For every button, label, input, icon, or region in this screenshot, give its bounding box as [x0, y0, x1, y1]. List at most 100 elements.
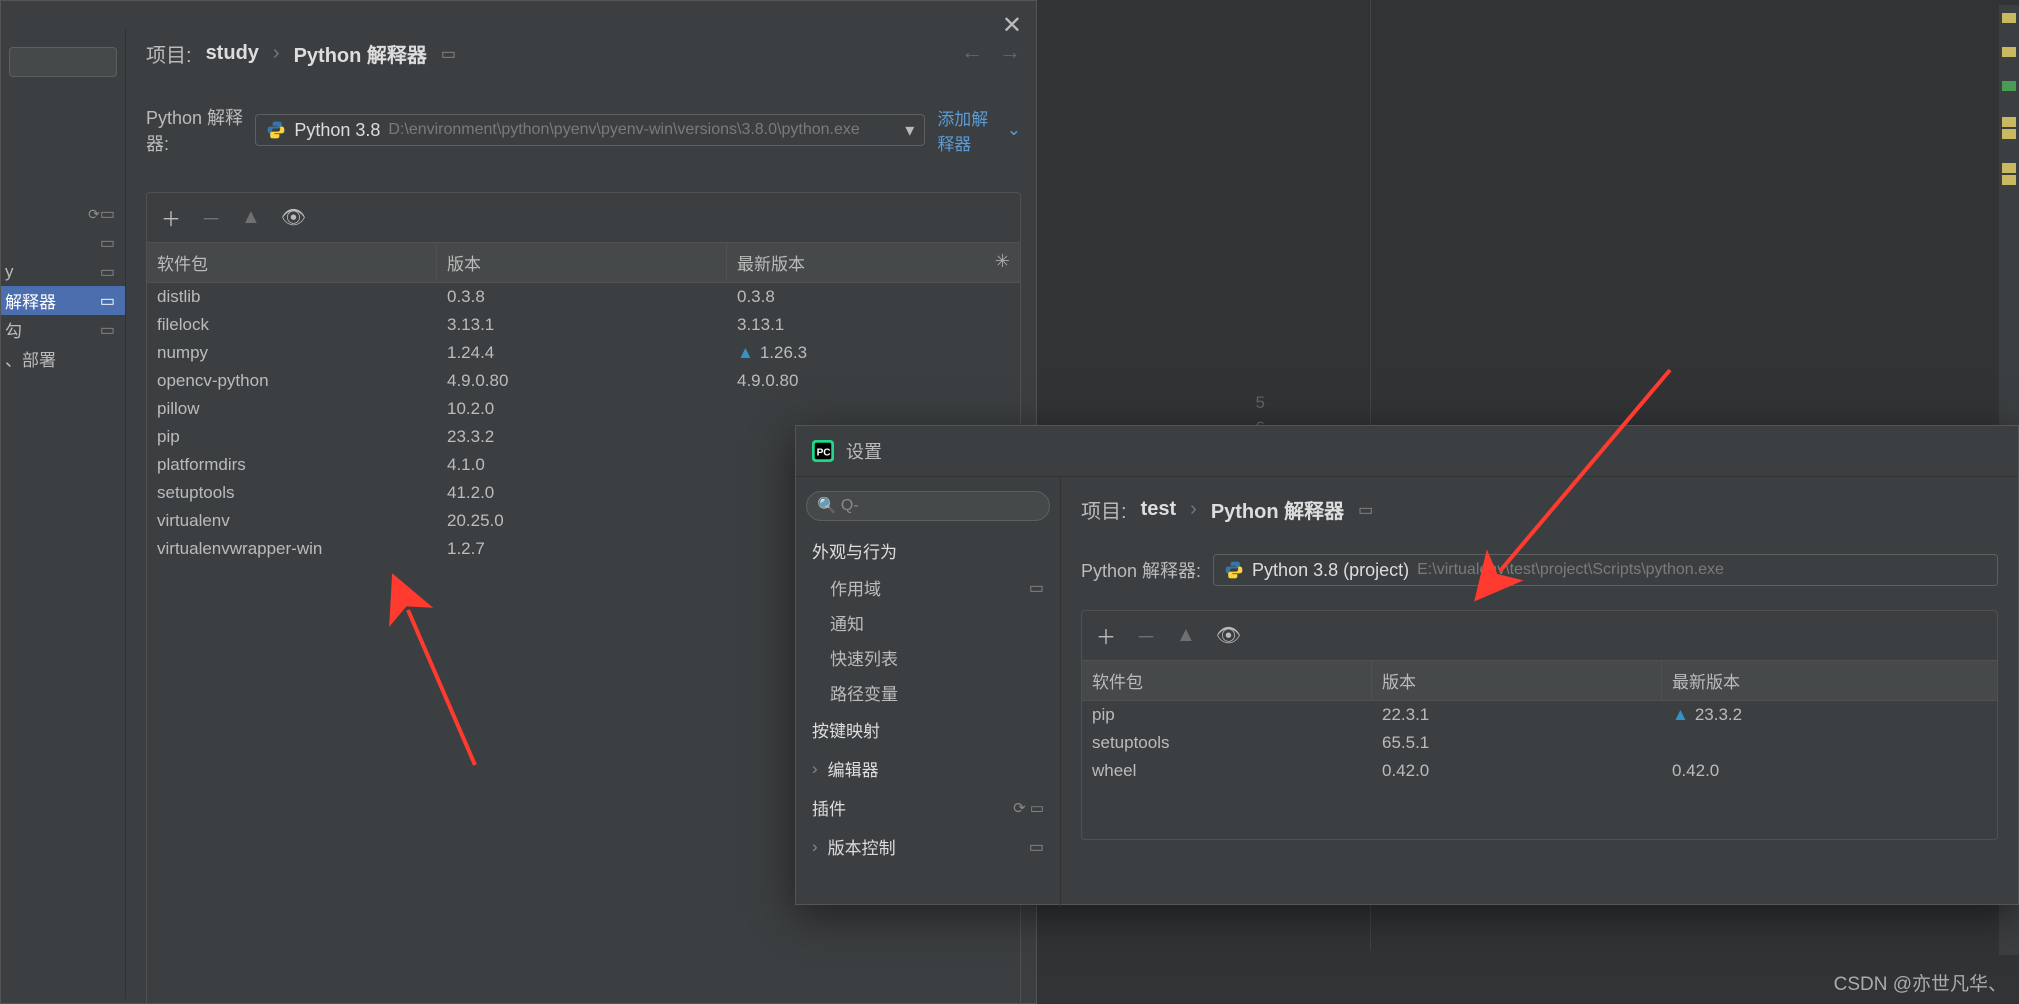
sidebar-item[interactable]: ▭ — [1, 228, 125, 257]
sidebar-search-input[interactable]: 🔍 Q- — [806, 491, 1050, 521]
sidebar-item-notify[interactable]: 通知 — [796, 605, 1060, 640]
remove-package-button[interactable]: － — [1136, 621, 1156, 650]
category-editor[interactable]: ›编辑器 — [796, 749, 1060, 788]
pkg-name: opencv-python — [147, 367, 437, 395]
interpreter-dropdown[interactable]: Python 3.8 (project) E:\virtualenv\test\… — [1213, 554, 1998, 586]
sidebar-item-scope[interactable]: 作用域▭ — [796, 570, 1060, 605]
settings-sidebar: ⟳▭ ▭ y▭ 解释器▭ 勾▭ 、部署 — [1, 29, 126, 999]
pkg-latest: 0.42.0 — [1662, 757, 1997, 785]
upgrade-package-button[interactable]: ▲ — [1176, 624, 1196, 647]
breadcrumb-project-name: test — [1141, 498, 1177, 521]
table-row[interactable]: setuptools65.5.1 — [1082, 729, 1997, 757]
sidebar-item[interactable]: 、部署 — [1, 344, 125, 373]
pkg-name: distlib — [147, 283, 437, 311]
close-icon[interactable]: ✕ — [1002, 11, 1022, 40]
minimap-marker — [2002, 13, 2016, 23]
pkg-latest: 0.3.8 — [727, 283, 1020, 311]
minimap-marker — [2002, 175, 2016, 185]
settings-main-panel: 项目: test › Python 解释器 ▭ Python 解释器: Pyth… — [1061, 477, 2018, 907]
sidebar-item-interpreter[interactable]: 解释器▭ — [1, 286, 125, 315]
sidebar-search-input[interactable] — [9, 47, 117, 77]
interpreter-version: Python 3.8 (project) — [1252, 560, 1409, 581]
upgrade-package-button[interactable]: ▲ — [241, 206, 261, 229]
pkg-name: pip — [1082, 701, 1372, 729]
pkg-version: 22.3.1 — [1372, 701, 1662, 729]
sidebar-item-pathvar[interactable]: 路径变量 — [796, 675, 1060, 710]
table-row[interactable]: numpy1.24.4▲1.26.3 — [147, 339, 1020, 367]
nav-arrows: ← → — [961, 39, 1021, 65]
remove-package-button[interactable]: － — [201, 203, 221, 232]
chevron-right-icon: › — [812, 837, 818, 857]
project-icon: ▭ — [441, 44, 456, 64]
search-icon: 🔍 — [817, 496, 837, 516]
table-row[interactable]: pillow10.2.0 — [147, 395, 1020, 423]
col-header-version[interactable]: 版本 — [437, 243, 727, 282]
pycharm-icon: PC — [812, 440, 834, 462]
dialog-titlebar[interactable]: PC 设置 — [796, 426, 2018, 477]
sidebar-item[interactable]: 勾▭ — [1, 315, 125, 344]
category-plugins[interactable]: 插件⟳ ▭ — [796, 788, 1060, 827]
minimap-marker — [2002, 81, 2016, 91]
package-toolbar: ＋ － ▲ 👁 — [1082, 611, 1997, 661]
table-row[interactable]: distlib0.3.80.3.8 — [147, 283, 1020, 311]
table-row[interactable]: pip22.3.1▲23.3.2 — [1082, 701, 1997, 729]
add-package-button[interactable]: ＋ — [1096, 621, 1116, 650]
python-icon — [1224, 560, 1244, 580]
col-header-latest[interactable]: 最新版本 — [727, 243, 1020, 282]
breadcrumb-project-label: 项目: — [1081, 495, 1127, 524]
sidebar-item[interactable]: ⟳▭ — [1, 199, 125, 228]
pkg-version: 65.5.1 — [1372, 729, 1662, 757]
pkg-name: pillow — [147, 395, 437, 423]
pkg-name: filelock — [147, 311, 437, 339]
pkg-version: 1.24.4 — [437, 339, 727, 367]
sidebar-item[interactable]: y▭ — [1, 257, 125, 286]
col-header-version[interactable]: 版本 — [1372, 661, 1662, 700]
category-vcs[interactable]: ›版本控制▭ — [796, 827, 1060, 866]
svg-text:PC: PC — [817, 448, 831, 459]
breadcrumb-page: Python 解释器 — [294, 39, 427, 68]
settings-sidebar: 🔍 Q- 外观与行为 作用域▭ 通知 快速列表 路径变量 按键映射 ›编辑器 插… — [796, 477, 1061, 907]
pkg-name: virtualenvwrapper-win — [147, 535, 437, 563]
gutter-line: 5 — [1225, 390, 1265, 415]
breadcrumb: 项目: test › Python 解释器 ▭ — [1081, 495, 1998, 524]
pkg-name: setuptools — [147, 479, 437, 507]
package-table-header: 软件包 版本 最新版本 — [147, 243, 1020, 283]
interpreter-label: Python 解释器: — [1081, 557, 1201, 583]
minimap-marker — [2002, 117, 2016, 127]
table-row[interactable]: filelock3.13.13.13.1 — [147, 311, 1020, 339]
show-early-releases-button[interactable]: 👁 — [281, 205, 306, 230]
project-icon: ▭ — [1358, 500, 1373, 520]
python-icon — [266, 120, 286, 140]
chevron-down-icon: ⌄ — [1007, 120, 1021, 140]
breadcrumb: 项目: study › Python 解释器 ▭ — [146, 39, 1021, 68]
col-header-name[interactable]: 软件包 — [147, 243, 437, 282]
package-toolbar: ＋ － ▲ 👁 — [147, 193, 1020, 243]
show-early-releases-button[interactable]: 👁 — [1216, 623, 1241, 648]
upgrade-arrow-icon: ▲ — [1672, 705, 1689, 724]
interpreter-version: Python 3.8 — [294, 120, 380, 141]
table-row[interactable]: opencv-python4.9.0.804.9.0.80 — [147, 367, 1020, 395]
table-row[interactable]: wheel0.42.00.42.0 — [1082, 757, 1997, 785]
pkg-version: 1.2.7 — [437, 535, 727, 563]
sidebar-item-quicklist[interactable]: 快速列表 — [796, 640, 1060, 675]
pkg-latest: ▲23.3.2 — [1662, 701, 1997, 729]
back-button[interactable]: ← — [961, 39, 983, 65]
settings-dialog-test: PC 设置 🔍 Q- 外观与行为 作用域▭ 通知 快速列表 路径变量 按键映射 … — [795, 425, 2019, 905]
interpreter-row: Python 解释器: Python 3.8 D:\environment\py… — [146, 104, 1021, 156]
pkg-name: numpy — [147, 339, 437, 367]
category-keymap[interactable]: 按键映射 — [796, 710, 1060, 749]
add-package-button[interactable]: ＋ — [161, 203, 181, 232]
loading-spinner-icon: ✳ — [995, 251, 1010, 272]
interpreter-row: Python 解释器: Python 3.8 (project) E:\virt… — [1081, 554, 1998, 586]
col-header-latest[interactable]: 最新版本 — [1662, 661, 1997, 700]
minimap-marker — [2002, 163, 2016, 173]
add-interpreter-button[interactable]: 添加解释器 ⌄ — [937, 105, 1021, 155]
pkg-name: setuptools — [1082, 729, 1372, 757]
interpreter-path: D:\environment\python\pyenv\pyenv-win\ve… — [388, 121, 859, 139]
col-header-name[interactable]: 软件包 — [1082, 661, 1372, 700]
interpreter-dropdown[interactable]: Python 3.8 D:\environment\python\pyenv\p… — [255, 114, 925, 146]
forward-button[interactable]: → — [999, 39, 1021, 65]
breadcrumb-project-name: study — [206, 42, 259, 65]
category-appearance[interactable]: 外观与行为 — [796, 531, 1060, 570]
minimap-marker — [2002, 47, 2016, 57]
